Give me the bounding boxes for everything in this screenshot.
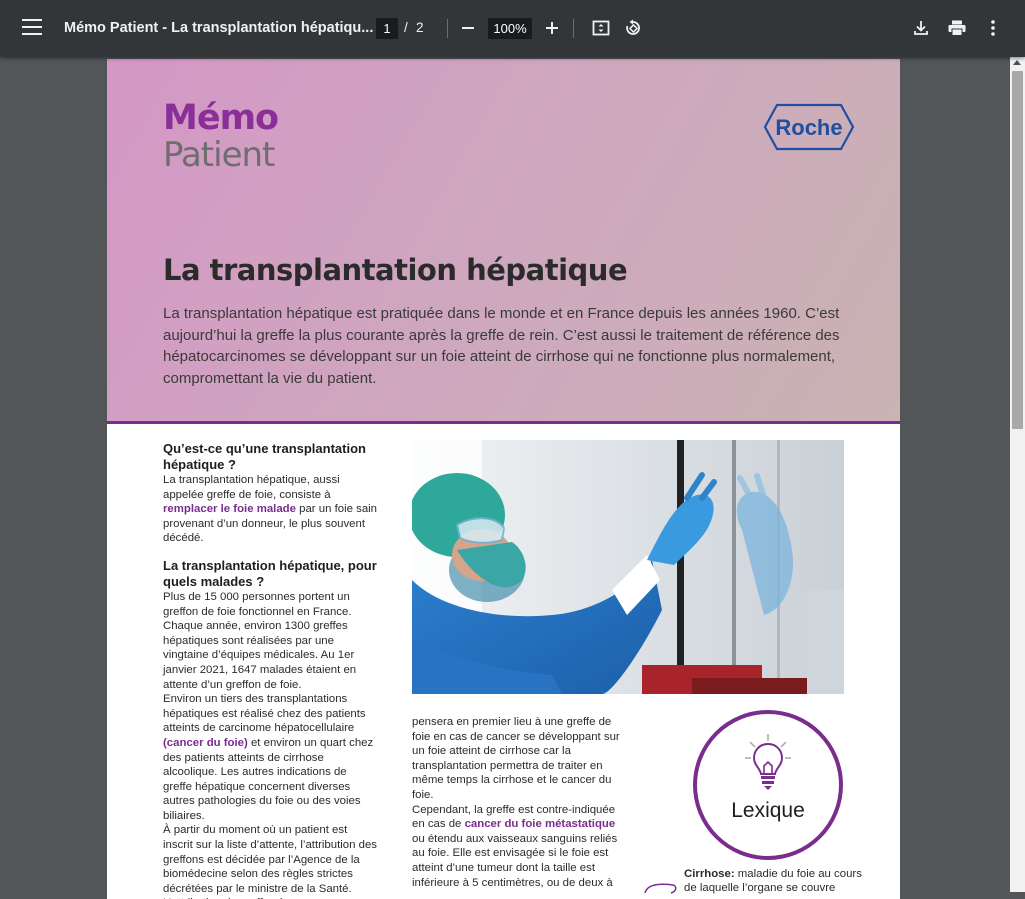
print-button[interactable] [945, 16, 969, 40]
section-paragraph: Cependant, la greffe est contre-indiquée… [412, 803, 618, 889]
section-paragraph: À partir du moment où un patient est ins… [163, 824, 377, 899]
lightbulb-icon [745, 734, 791, 790]
pdf-page: Mémo Patient Roche La transplantation hé… [107, 59, 900, 899]
print-icon [948, 20, 966, 36]
scrollbar-thumb[interactable] [1012, 71, 1023, 429]
lexique-badge: Lexique [693, 710, 843, 860]
menu-icon[interactable] [22, 19, 42, 37]
toolbar-divider [573, 19, 574, 38]
glossary-entry: Cirrhose: maladie du foie au cours de la… [684, 867, 869, 895]
rotate-button[interactable] [621, 16, 645, 40]
lab-worker-photo [412, 440, 844, 694]
download-icon [914, 21, 928, 35]
rotate-icon [626, 19, 640, 35]
lexique-label: Lexique [731, 799, 805, 822]
pdf-toolbar: Mémo Patient - La transplantation hépati… [0, 0, 1025, 57]
document-title: Mémo Patient - La transplantation hépati… [64, 20, 374, 36]
section-paragraph: pensera en premier lieu à une greffe de … [412, 716, 620, 801]
roche-logo-text: Roche [775, 115, 842, 140]
scroll-up-arrow-icon[interactable] [1013, 60, 1021, 65]
fit-page-icon [592, 20, 610, 36]
zoom-out-button[interactable] [456, 16, 480, 40]
page-total: 2 [416, 20, 424, 35]
banner-divider [107, 421, 900, 424]
liver-icon [644, 883, 677, 894]
brand-patient: Patient [163, 135, 275, 175]
intro-paragraph: La transplantation hépatique est pratiqu… [163, 305, 840, 387]
more-options-button[interactable] [981, 16, 1005, 40]
zoom-in-icon [546, 22, 558, 34]
zoom-out-icon [462, 27, 474, 29]
toolbar-divider [447, 19, 448, 38]
download-button[interactable] [909, 16, 933, 40]
page-separator: / [404, 20, 408, 35]
zoom-level-input[interactable]: 100% [488, 18, 532, 39]
section-heading: La transplantation hépatique, pour quels… [163, 557, 377, 589]
page-title: La transplantation hépatique [163, 253, 628, 287]
left-column: Qu’est-ce qu’une transplantation hépatiq… [163, 441, 378, 899]
fit-page-button[interactable] [589, 16, 613, 40]
highlight-text: cancer du foie métastatique [464, 818, 616, 831]
zoom-in-button[interactable] [540, 16, 564, 40]
highlight-text: remplacer le foie malade [163, 503, 296, 516]
vertical-scrollbar[interactable] [1010, 57, 1025, 892]
glossary-term: Cirrhose: [684, 868, 735, 880]
middle-column: pensera en premier lieu à une greffe de … [412, 715, 624, 890]
highlight-text: (cancer du foie) [163, 736, 248, 749]
more-icon [991, 20, 995, 36]
roche-logo: Roche [763, 103, 855, 151]
section-heading: Qu’est-ce qu’une transplantation hépatiq… [163, 441, 366, 472]
page-number-input[interactable]: 1 [376, 18, 398, 39]
section-paragraph: La transplantation hépatique, aussi appe… [163, 474, 378, 545]
brand-memo: Mémo [163, 98, 279, 138]
section-paragraph: Plus de 15 000 personnes portent un gref… [163, 590, 357, 691]
section-paragraph: Environ un tiers des transplantations hé… [163, 693, 374, 822]
